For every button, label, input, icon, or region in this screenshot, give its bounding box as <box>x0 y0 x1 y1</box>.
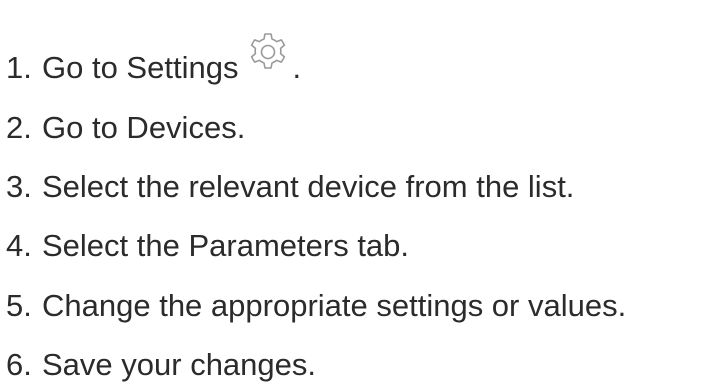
step-2: 2. Go to Devices. <box>6 103 245 153</box>
step-number: 1. <box>6 50 32 85</box>
step-text: Go to Settings <box>42 50 239 85</box>
step-1: 1. Go to Settings . <box>6 33 302 93</box>
step-5: 5. Change the appropriate settings or va… <box>6 281 626 331</box>
step-6: 6. Save your changes. <box>6 340 316 390</box>
step-text: Select the Parameters tab. <box>42 228 410 263</box>
step-4: 4. Select the Parameters tab. <box>6 221 409 271</box>
step-number: 4. <box>6 228 32 263</box>
step-number: 2. <box>6 110 32 145</box>
step-suffix: . <box>292 50 302 85</box>
gear-icon <box>244 30 292 78</box>
step-text: Select the relevant device from the list… <box>42 169 575 204</box>
step-number: 3. <box>6 169 32 204</box>
step-number: 6. <box>6 347 32 382</box>
step-text: Save your changes. <box>42 347 317 382</box>
step-text: Change the appropriate settings or value… <box>42 288 627 323</box>
step-3: 3. Select the relevant device from the l… <box>6 162 574 212</box>
step-text: Go to Devices. <box>42 110 246 145</box>
step-number: 5. <box>6 288 32 323</box>
